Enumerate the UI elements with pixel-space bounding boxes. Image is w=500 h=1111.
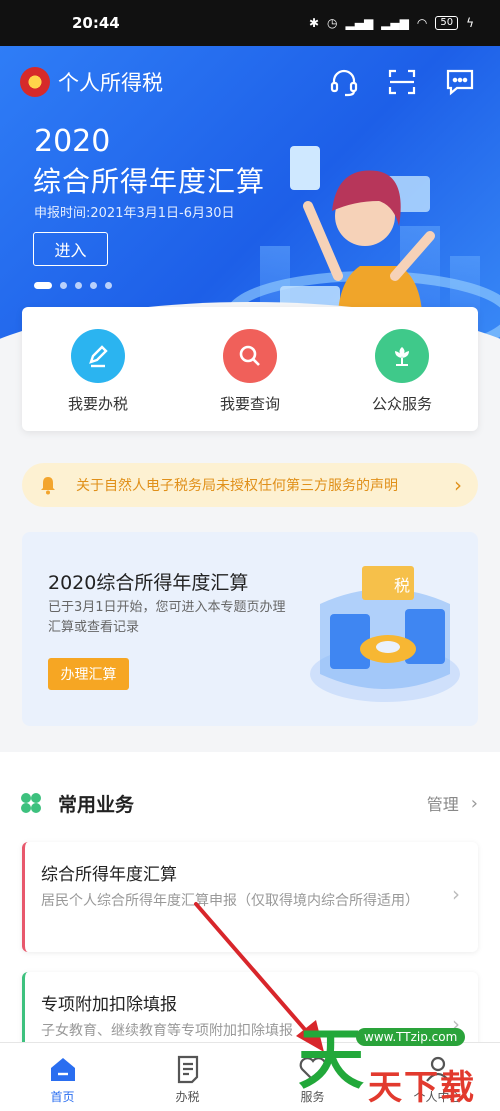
enter-button[interactable]: 进入 [33,232,108,266]
app-header: 个人所得税 [20,64,480,100]
tab-label: 个人中心 [413,1090,462,1104]
manage-link[interactable]: 管理 [427,791,459,815]
carousel-dot[interactable] [75,282,82,289]
charging-icon: ϟ [466,16,474,30]
status-icons: ✱ ◷ ▂▄▆ ▂▄▆ ◠ 50 ϟ [309,16,474,30]
app-title: 个人所得税 [58,71,163,95]
business-description: 居民个人综合所得年度汇算申报（仅取得境内综合所得适用） [41,893,419,909]
quick-action-label: 我要查询 [219,395,280,413]
status-time: 20:44 [72,14,120,32]
carousel-dot[interactable] [90,282,97,289]
search-icon [223,329,277,383]
carousel-dot[interactable] [60,282,67,289]
notice-text: 关于自然人电子税务局未授权任何第三方服务的声明 [76,478,398,494]
business-card-annual-filing[interactable]: 综合所得年度汇算 居民个人综合所得年度汇算申报（仅取得境内综合所得适用） › [22,842,478,952]
carousel-dots [34,282,112,289]
bottom-tab-bar: 首页 办税 服务 个人中心 [0,1042,500,1111]
signal-icon-2: ▂▄▆ [381,16,409,30]
quick-actions-card: 我要办税 我要查询 公众服务 [22,307,478,431]
business-description: 子女教育、继续教育等专项附加扣除填报 [41,1023,293,1039]
tab-label: 首页 [50,1090,75,1104]
alarm-icon: ◷ [327,16,338,30]
banner-year: 2020 [34,124,111,159]
business-title: 专项附加扣除填报 [41,995,177,1015]
promo-card[interactable]: 2020综合所得年度汇算 已于3月1日开始，您可进入本专题页办理汇算或查看记录 … [22,532,478,726]
chevron-right-icon: › [452,882,460,906]
promo-description: 已于3月1日开始，您可进入本专题页办理汇算或查看记录 [48,600,286,635]
chevron-right-icon: › [452,1012,460,1036]
tab-service[interactable]: 服务 [250,1043,375,1111]
chevron-right-icon: › [454,473,462,497]
scan-icon[interactable] [382,64,422,100]
signal-icon: ▂▄▆ [345,16,374,30]
tab-label: 服务 [300,1090,325,1104]
bell-icon [41,477,55,495]
carousel-dot[interactable] [34,282,52,289]
quick-action-query[interactable]: 我要查询 [174,307,326,431]
handle-filing-button[interactable]: 办理汇算 [48,658,129,690]
quick-action-label: 我要办税 [67,395,128,413]
carousel-dot[interactable] [105,282,112,289]
promo-title: 2020综合所得年度汇算 [48,572,249,594]
banner-period: 申报时间:2021年3月1日-6月30日 [34,206,235,221]
home-icon [50,1058,75,1081]
message-icon[interactable] [440,64,480,100]
status-bar: 20:44 ✱ ◷ ▂▄▆ ▂▄▆ ◠ 50 ϟ [0,0,500,46]
bluetooth-icon: ✱ [308,16,319,30]
pen-icon [71,329,125,383]
headset-icon[interactable] [324,64,364,100]
tab-label: 办税 [175,1090,200,1104]
tab-home[interactable]: 首页 [0,1043,125,1111]
banner-title: 综合所得年度汇算 [33,165,266,198]
emblem-icon [20,67,50,97]
user-icon [425,1056,450,1082]
notice-bar[interactable]: 关于自然人电子税务局未授权任何第三方服务的声明 › [22,463,478,507]
section-header: 常用业务 管理 › [20,788,478,818]
tab-personal-center[interactable]: 个人中心 [375,1043,500,1111]
wifi-icon: ◠ [416,16,428,30]
chevron-right-icon[interactable]: › [471,793,478,814]
grid-icon [21,793,41,813]
quick-action-label: 公众服务 [371,395,432,413]
battery-icon: 50 [435,16,459,30]
quick-action-public-service[interactable]: 公众服务 [326,307,478,431]
section-title: 常用业务 [58,793,135,816]
promo-illustration: 税 [310,566,460,702]
heart-icon [299,1057,326,1082]
business-card-special-deduction[interactable]: 专项附加扣除填报 子女教育、继续教育等专项附加扣除填报 › [22,972,478,1052]
promo-badge: 税 [394,576,410,595]
tab-tax[interactable]: 办税 [125,1043,250,1111]
document-icon [177,1055,198,1084]
business-title: 综合所得年度汇算 [41,865,177,885]
flower-icon [375,329,429,383]
quick-action-tax[interactable]: 我要办税 [22,307,174,431]
